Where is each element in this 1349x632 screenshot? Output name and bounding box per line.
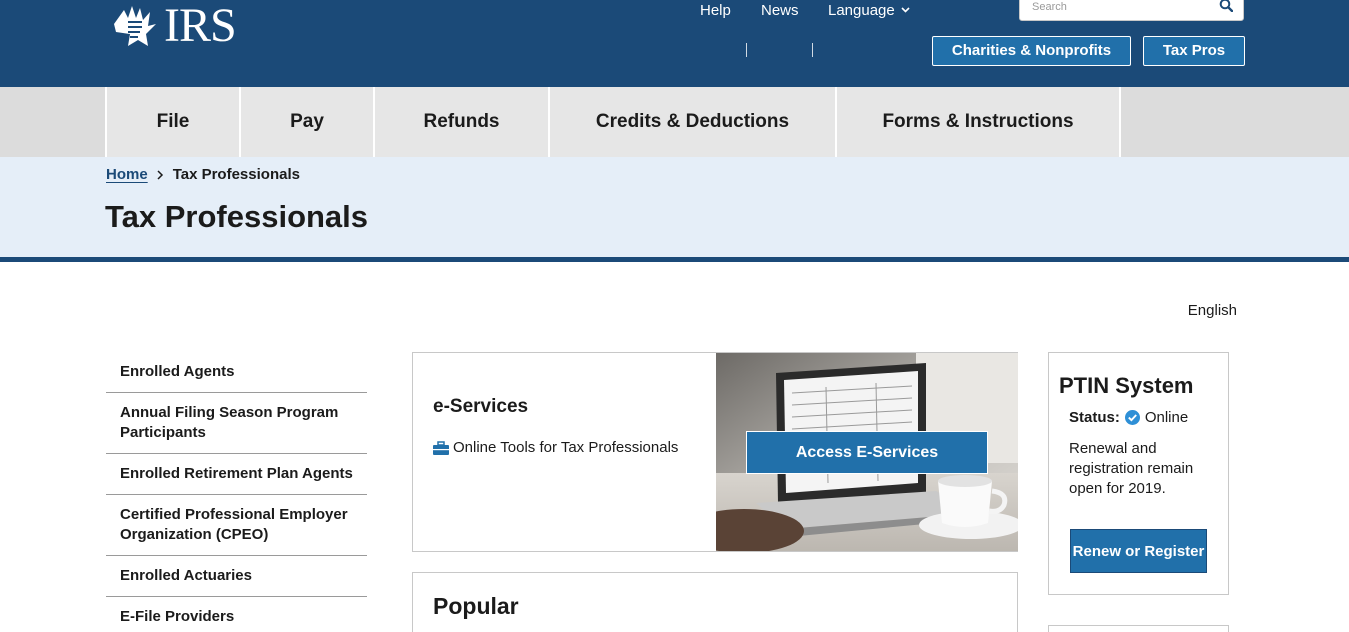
breadcrumb: Home Tax Professionals [106,166,300,183]
nav-credits-deductions[interactable]: Credits & Deductions [548,87,835,157]
popular-title: Popular [433,593,519,619]
divider [746,43,747,57]
language-menu[interactable]: Language [828,0,910,22]
nav-refunds[interactable]: Refunds [373,87,548,157]
nav-pay[interactable]: Pay [239,87,373,157]
ptin-description: Renewal and registration remain open for… [1069,440,1194,497]
search-box [1019,0,1244,21]
sidebar: Enrolled Agents Annual Filing Season Pro… [106,352,367,632]
main-navigation: File Pay Refunds Credits & Deductions Fo… [0,87,1349,157]
check-circle-icon [1124,410,1140,425]
chevron-down-icon [901,7,910,13]
sidebar-item-retirement-plan-agents[interactable]: Enrolled Retirement Plan Agents [106,454,367,495]
nav-file[interactable]: File [105,87,239,157]
sidebar-item-afsp-participants[interactable]: Annual Filing Season Program Participant… [106,393,367,454]
breadcrumb-current: Tax Professionals [172,166,300,183]
ptin-title: PTIN System [1059,373,1194,398]
online-tools-label: Online Tools for Tax Professionals [453,439,679,456]
banner-divider [0,257,1349,262]
ptin-status: Status: Online [1069,409,1188,426]
sidebar-item-enrolled-actuaries[interactable]: Enrolled Actuaries [106,556,367,597]
eagle-icon [114,6,156,46]
breadcrumb-home[interactable]: Home [106,166,148,183]
chevron-right-icon [157,169,163,180]
language-english-link[interactable]: English [1188,302,1237,319]
search-input[interactable] [1020,0,1200,20]
language-label: Language [828,2,895,19]
sidebar-item-efile-providers[interactable]: E-File Providers [106,597,367,632]
sidebar-item-cpeo[interactable]: Certified Professional Employer Organiza… [106,495,367,556]
irs-logo[interactable]: IRS [110,0,237,52]
status-label: Status: [1069,409,1120,426]
sidebar-box [1048,625,1229,632]
nav-forms-instructions[interactable]: Forms & Instructions [835,87,1121,157]
logo-text: IRS [164,0,237,52]
divider [812,43,813,57]
ptin-system-box: PTIN System Status: Online Renewal and r… [1048,352,1229,595]
site-header: IRS Help News Language Charities & Nonpr… [0,0,1349,87]
access-eservices-button[interactable]: Access E-Services [746,431,988,474]
search-icon[interactable] [1219,0,1233,12]
popular-card: Popular [412,572,1018,632]
page-title: Tax Professionals [105,199,369,234]
online-tools-link[interactable]: Online Tools for Tax Professionals [433,439,678,456]
news-link[interactable]: News [761,0,799,22]
eservices-card: e-Services Online Tools for Tax Professi… [412,352,1018,552]
status-value: Online [1144,409,1189,426]
briefcase-icon [433,440,449,455]
eservices-title: e-Services [433,396,529,417]
charities-nonprofits-button[interactable]: Charities & Nonprofits [932,36,1131,66]
renew-register-button[interactable]: Renew or Register [1070,529,1207,573]
tax-pros-button[interactable]: Tax Pros [1143,36,1245,66]
help-link[interactable]: Help [700,0,731,22]
sidebar-item-enrolled-agents[interactable]: Enrolled Agents [106,352,367,393]
laptop-photo: Access E-Services [716,353,1018,551]
